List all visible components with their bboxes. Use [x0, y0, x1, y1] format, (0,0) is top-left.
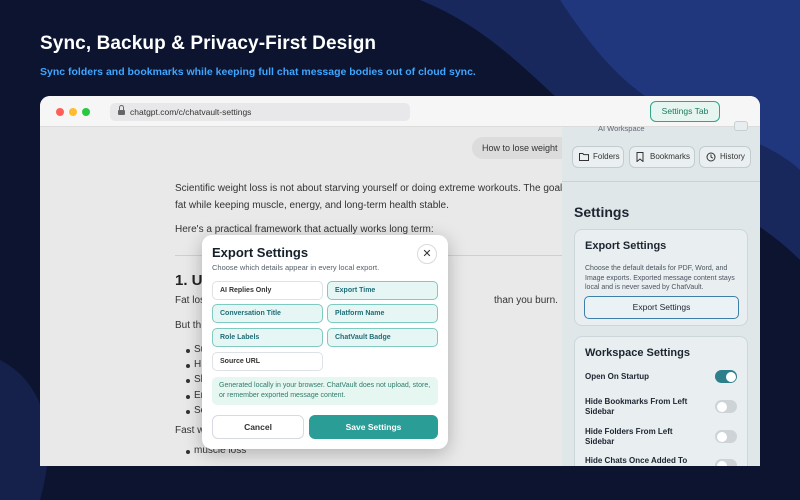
- tab-folders-label: Folders: [593, 152, 620, 161]
- open-on-startup-toggle[interactable]: [715, 370, 737, 383]
- close-window-button[interactable]: [56, 108, 64, 116]
- option-source-url[interactable]: Source URL: [212, 352, 323, 371]
- settings-title: Settings: [574, 204, 630, 220]
- close-icon[interactable]: ✕: [417, 244, 437, 264]
- user-message-bubble: How to lose weight: [472, 137, 572, 159]
- bullet-marker: [186, 410, 190, 414]
- browser-titlebar: chatgpt.com/c/chatvault-settings Setting…: [40, 96, 760, 127]
- export-settings-button[interactable]: Export Settings: [584, 296, 739, 319]
- chatvault-panel: AI Workspace Folders Bookmarks History S…: [562, 121, 760, 466]
- tab-history-label: History: [720, 152, 745, 161]
- response-line: But th: [175, 320, 202, 331]
- setting-hide-folders: Hide Folders From Left Sidebar: [585, 427, 745, 451]
- bullet-marker: [186, 349, 190, 353]
- tab-folders[interactable]: Folders: [572, 146, 624, 168]
- hero-title: Sync, Backup & Privacy-First Design: [40, 33, 377, 54]
- setting-open-on-startup: Open On Startup: [585, 370, 745, 396]
- response-paragraph: Here's a practical framework that actual…: [175, 224, 434, 235]
- setting-label: Open On Startup: [585, 372, 649, 381]
- option-ai-replies-only[interactable]: AI Replies Only: [212, 281, 323, 300]
- tab-bookmarks-label: Bookmarks: [650, 152, 691, 161]
- tab-history[interactable]: History: [699, 146, 751, 168]
- bullet-marker: [186, 379, 190, 383]
- export-card-description: Choose the default details for PDF, Word…: [585, 265, 735, 291]
- setting-label: Hide Chats Once Added To: [585, 456, 688, 465]
- modal-title: Export Settings: [212, 245, 309, 260]
- settings-tab-button[interactable]: Settings Tab: [650, 101, 720, 122]
- setting-hide-chats: Hide Chats Once Added To: [585, 456, 745, 466]
- response-line: Fat los: [175, 295, 206, 306]
- setting-label: Hide Bookmarks From Left Sidebar: [585, 397, 688, 416]
- response-line: Fast w: [175, 425, 205, 436]
- cancel-button[interactable]: Cancel: [212, 415, 304, 439]
- minimize-window-button[interactable]: [69, 108, 77, 116]
- lock-icon: [118, 105, 125, 116]
- option-chatvault-badge[interactable]: ChatVault Badge: [327, 328, 438, 347]
- option-export-time[interactable]: Export Time: [327, 281, 438, 300]
- option-conversation-title[interactable]: Conversation Title: [212, 304, 323, 323]
- export-settings-card: Export Settings Choose the default detai…: [574, 229, 748, 326]
- workspace-label: AI Workspace: [598, 124, 645, 133]
- setting-hide-bookmarks: Hide Bookmarks From Left Sidebar: [585, 397, 745, 421]
- export-settings-modal: Export Settings Choose which details app…: [202, 235, 448, 449]
- option-platform-name[interactable]: Platform Name: [327, 304, 438, 323]
- bullet-marker: [186, 395, 190, 399]
- bullet-item: H: [194, 359, 202, 370]
- tab-bookmarks[interactable]: Bookmarks: [629, 146, 695, 168]
- privacy-notice: Generated locally in your browser. ChatV…: [212, 377, 438, 405]
- workspace-settings-card: Workspace Settings Open On Startup Hide …: [574, 336, 748, 466]
- folder-icon: [579, 153, 589, 161]
- response-paragraph-line: Scientific weight loss is not about star…: [175, 183, 573, 194]
- address-bar[interactable]: chatgpt.com/c/chatvault-settings: [110, 103, 410, 121]
- panel-menu-button[interactable]: [734, 121, 748, 131]
- panel-divider: [562, 181, 760, 182]
- response-paragraph-line: fat while keeping muscle, energy, and lo…: [175, 200, 449, 211]
- url-text: chatgpt.com/c/chatvault-settings: [130, 107, 252, 117]
- bullet-marker: [186, 450, 190, 454]
- setting-label: Hide Folders From Left Sidebar: [585, 427, 673, 446]
- maximize-window-button[interactable]: [82, 108, 90, 116]
- hide-folders-toggle[interactable]: [715, 430, 737, 443]
- bookmark-icon: [636, 152, 644, 162]
- workspace-card-title: Workspace Settings: [585, 347, 690, 359]
- hide-bookmarks-toggle[interactable]: [715, 400, 737, 413]
- export-card-title: Export Settings: [585, 240, 667, 252]
- hero-subtitle: Sync folders and bookmarks while keeping…: [40, 66, 476, 78]
- response-line-end: than you burn.: [494, 295, 558, 306]
- hide-chats-toggle[interactable]: [715, 459, 737, 466]
- option-role-labels[interactable]: Role Labels: [212, 328, 323, 347]
- bullet-marker: [186, 364, 190, 368]
- history-icon: [706, 152, 716, 162]
- save-settings-button[interactable]: Save Settings: [309, 415, 438, 439]
- modal-subtitle: Choose which details appear in every loc…: [212, 263, 380, 272]
